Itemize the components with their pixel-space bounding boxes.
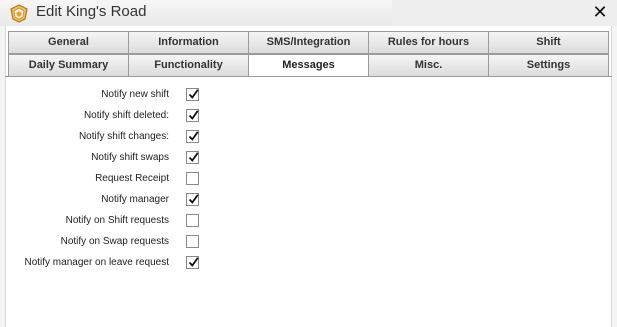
title-bar-strip <box>392 0 617 26</box>
option-label: Notify on Shift requests <box>65 215 169 226</box>
option-label: Notify shift deleted: <box>83 110 169 121</box>
option-label: Notify manager <box>101 194 169 205</box>
edit-dialog: Edit King's Road ✕ General Information SMS… <box>0 0 617 327</box>
checkmark-icon <box>188 89 199 99</box>
checkbox-notify-on-shift-requests[interactable] <box>186 214 199 227</box>
tab-row-2: Daily Summary Functionality Messages Misc. S… <box>8 54 609 77</box>
option-row-request-receipt: Request Receipt <box>0 172 210 188</box>
checkbox-notify-shift-changes[interactable] <box>186 130 199 143</box>
crown-shield-icon <box>8 3 30 23</box>
tab-information[interactable]: Information <box>128 31 249 54</box>
dialog-title: Edit King's Road <box>36 3 147 20</box>
checkbox-notify-shift-swaps[interactable] <box>186 151 199 164</box>
tab-rules-for-hours[interactable]: Rules for hours <box>368 31 489 54</box>
tab-settings[interactable]: Settings <box>488 54 609 77</box>
checkbox-notify-new-shift[interactable] <box>186 88 199 101</box>
option-label: Notify shift swaps <box>91 152 169 163</box>
option-row-notify-shift-swaps: Notify shift swaps <box>0 151 210 167</box>
option-row-notify-manager: Notify manager <box>0 193 210 209</box>
tab-functionality[interactable]: Functionality <box>128 54 249 77</box>
checkmark-icon <box>188 152 199 162</box>
tab-messages[interactable]: Messages <box>248 54 369 77</box>
checkbox-notify-manager-on-leave-request[interactable] <box>186 256 199 269</box>
checkmark-icon <box>188 131 199 141</box>
tab-shift[interactable]: Shift <box>488 31 609 54</box>
title-bar[interactable]: Edit King's Road ✕ <box>0 0 617 26</box>
checkmark-icon <box>188 194 199 204</box>
tab-underline <box>5 76 612 77</box>
tab-row-1: General Information SMS/Integration Rules f… <box>8 31 609 54</box>
checkbox-notify-manager[interactable] <box>186 193 199 206</box>
tab-misc[interactable]: Misc. <box>368 54 489 77</box>
close-icon[interactable]: ✕ <box>590 3 610 21</box>
checkbox-request-receipt[interactable] <box>186 172 199 185</box>
option-label: Request Receipt <box>95 173 169 184</box>
option-label: Notify shift changes: <box>78 131 169 142</box>
tab-daily-summary[interactable]: Daily Summary <box>8 54 129 77</box>
option-row-notify-new-shift: Notify new shift <box>0 88 210 104</box>
option-label: Notify new shift <box>101 89 169 100</box>
option-row-notify-manager-on-leave-request: Notify manager on leave request <box>0 256 210 272</box>
option-row-notify-shift-deleted: Notify shift deleted: <box>0 109 210 125</box>
checkbox-notify-shift-deleted[interactable] <box>186 109 199 122</box>
option-row-notify-on-shift-requests: Notify on Shift requests <box>0 214 210 230</box>
option-label: Notify on Swap requests <box>60 236 169 247</box>
option-row-notify-on-swap-requests: Notify on Swap requests <box>0 235 210 251</box>
checkmark-icon <box>188 110 199 120</box>
tab-general[interactable]: General <box>8 31 129 54</box>
checkmark-icon <box>188 257 199 267</box>
checkbox-notify-on-swap-requests[interactable] <box>186 235 199 248</box>
tab-sms-integration[interactable]: SMS/Integration <box>248 31 369 54</box>
option-row-notify-shift-changes: Notify shift changes: <box>0 130 210 146</box>
option-label: Notify manager on leave request <box>24 257 169 268</box>
